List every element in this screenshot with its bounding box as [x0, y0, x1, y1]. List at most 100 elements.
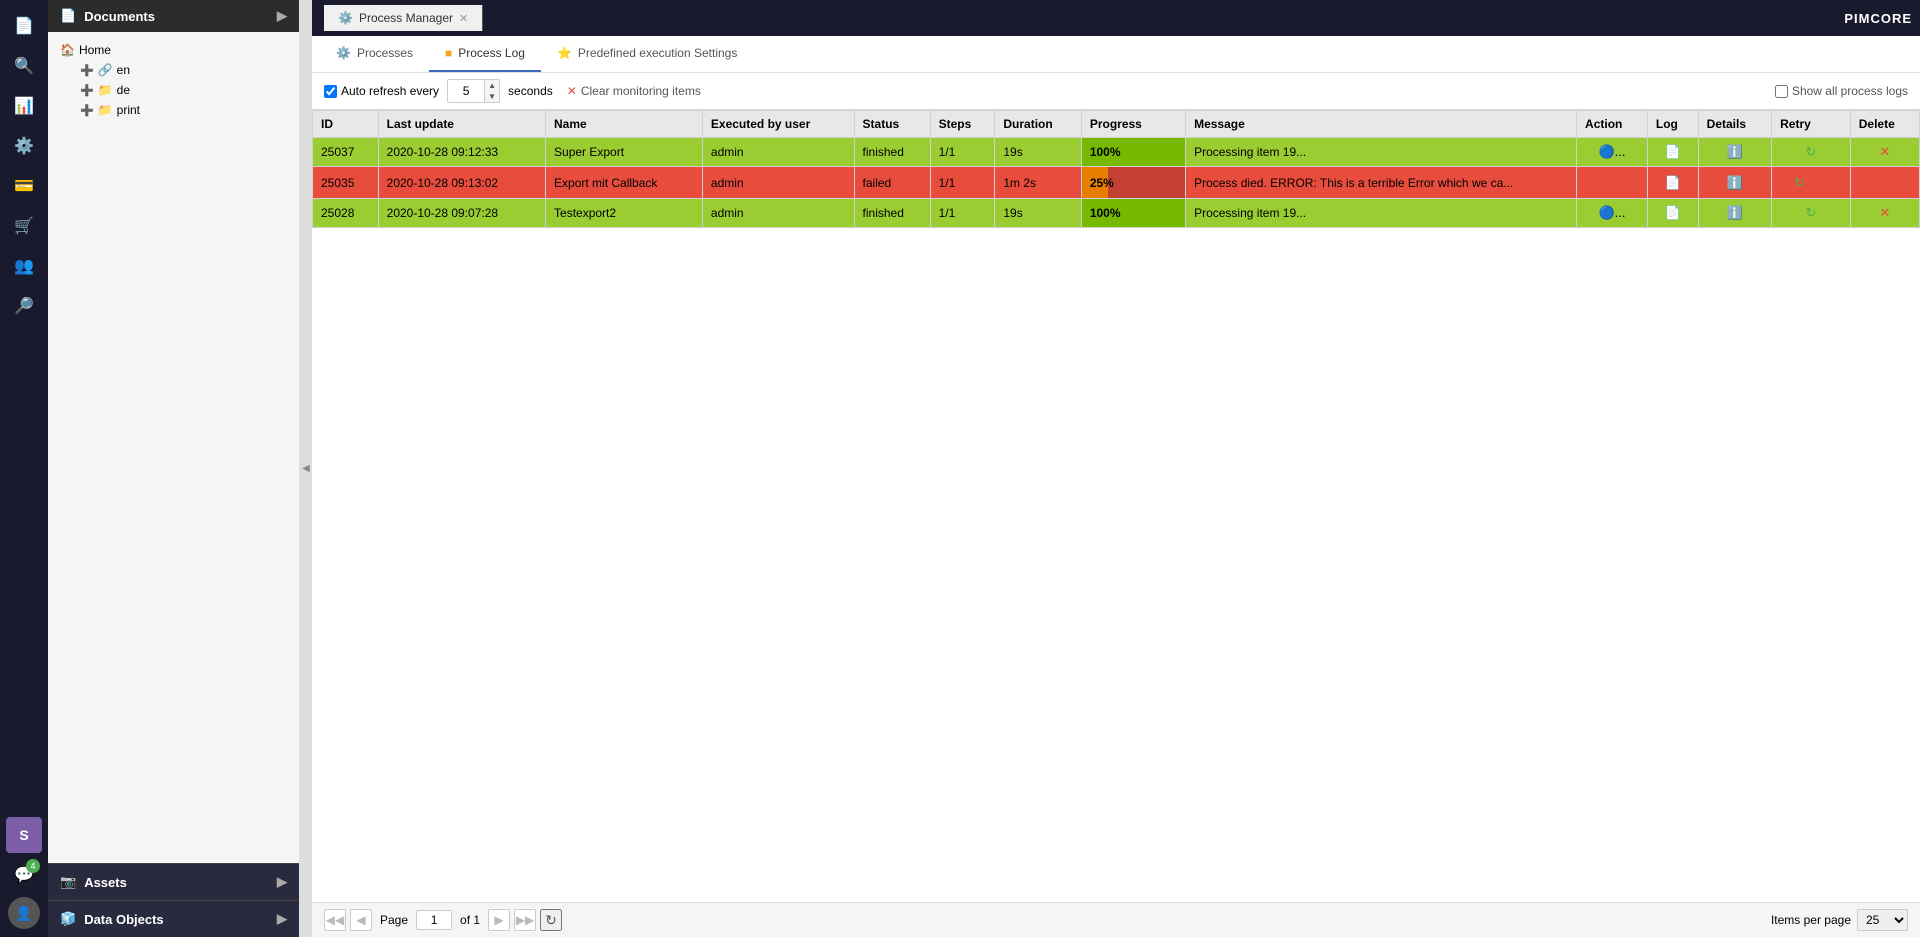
sidebar-icon-search2[interactable]: 🔎	[6, 288, 42, 324]
prev-page-button[interactable]: ◀	[350, 909, 372, 931]
auto-refresh-checkbox[interactable]	[324, 85, 337, 98]
process-manager-tab-icon: ⚙️	[338, 11, 353, 25]
delete-icon[interactable]: ✕	[1875, 142, 1895, 162]
main-content: ⚙️ Process Manager ✕ PIMCORE ⚙️ Processe…	[312, 0, 1920, 937]
processes-label: Processes	[357, 46, 413, 60]
page-label: Page	[380, 913, 408, 927]
delete-icon[interactable]: ✕	[1875, 173, 1895, 193]
process-table: ID Last update Name Executed by user Sta…	[312, 110, 1920, 228]
spin-up-button[interactable]: ▲	[485, 80, 499, 91]
details-icon[interactable]: ℹ️	[1725, 173, 1745, 193]
file-panel-arrow[interactable]: ▶	[277, 8, 287, 24]
auto-refresh-checkbox-wrap[interactable]: Auto refresh every	[324, 84, 439, 98]
cell-duration: 19s	[995, 199, 1081, 228]
page-input[interactable]	[416, 910, 452, 930]
cell-action: 🔵...	[1577, 199, 1648, 228]
col-details: Details	[1698, 111, 1771, 138]
col-progress: Progress	[1081, 111, 1185, 138]
col-duration: Duration	[995, 111, 1081, 138]
predefined-label: Predefined execution Settings	[578, 46, 737, 60]
tree-item-de[interactable]: ➕ 📁 de	[76, 80, 291, 100]
auto-refresh-label: Auto refresh every	[341, 84, 439, 98]
details-icon[interactable]: ℹ️	[1725, 142, 1745, 162]
file-panel-title: Documents	[84, 9, 155, 24]
sub-tab-predefined[interactable]: ⭐ Predefined execution Settings	[541, 36, 753, 72]
sub-tab-process-log[interactable]: ■ Process Log	[429, 36, 541, 72]
tree-item-print[interactable]: ➕ 📁 print	[76, 100, 291, 120]
assets-panel[interactable]: 📷 Assets ▶	[48, 863, 299, 900]
log-icon[interactable]: 📄	[1663, 203, 1683, 223]
cell-message: Processing item 19...	[1186, 138, 1577, 167]
sidebar-icon-analytics[interactable]: 📊	[6, 88, 42, 124]
assets-icon: 📷	[60, 874, 76, 890]
log-icon[interactable]: 📄	[1663, 142, 1683, 162]
clear-monitoring-button[interactable]: ✕ Clear monitoring items	[561, 82, 707, 100]
cell-progress: 25%	[1081, 167, 1185, 199]
sidebar-icon-plugin[interactable]: S	[6, 817, 42, 853]
col-retry: Retry	[1772, 111, 1851, 138]
show-all-checkbox[interactable]	[1775, 85, 1788, 98]
sidebar-icon-search[interactable]: 🔍	[6, 48, 42, 84]
sidebar-icon-cart[interactable]: 🛒	[6, 208, 42, 244]
action-icon[interactable]	[1602, 171, 1622, 191]
cell-duration: 19s	[995, 138, 1081, 167]
sidebar-icon-users[interactable]: 👥	[6, 248, 42, 284]
user-avatar[interactable]: 👤	[8, 897, 40, 929]
last-page-button[interactable]: ▶▶	[514, 909, 536, 931]
processes-icon: ⚙️	[336, 46, 351, 60]
tree-item-home-label: Home	[79, 43, 111, 57]
sidebar-icon-settings[interactable]: ⚙️	[6, 128, 42, 164]
tree-children: ➕ 🔗 en ➕ 📁 de ➕ 📁 print	[56, 60, 291, 120]
process-manager-tab-label: Process Manager	[359, 11, 453, 25]
link-icon-en: 🔗	[98, 63, 113, 77]
cell-details: ℹ️	[1698, 138, 1771, 167]
tab-process-manager[interactable]: ⚙️ Process Manager ✕	[324, 5, 483, 31]
show-all-wrap: Show all process logs	[1775, 84, 1908, 98]
content-area: ⚙️ Processes ■ Process Log ⭐ Predefined …	[312, 36, 1920, 937]
process-manager-tab-close[interactable]: ✕	[459, 12, 468, 25]
stop-icon[interactable]: →	[1813, 172, 1833, 192]
documents-panel-icon: 📄	[60, 8, 76, 24]
cell-action	[1577, 167, 1648, 199]
tree-item-home[interactable]: 🏠 Home	[56, 40, 291, 60]
per-page-select[interactable]: 25 50 100	[1857, 909, 1908, 931]
file-tree: 🏠 Home ➕ 🔗 en ➕ 📁 de ➕ 📁 print	[48, 32, 299, 863]
col-id: ID	[313, 111, 379, 138]
cell-status: finished	[854, 138, 930, 167]
clear-label: Clear monitoring items	[581, 84, 701, 98]
cell-duration: 1m 2s	[995, 167, 1081, 199]
items-per-page-label: Items per page	[1771, 913, 1851, 927]
action-view-icon[interactable]: 🔵...	[1602, 203, 1622, 223]
spin-down-button[interactable]: ▼	[485, 91, 499, 102]
tree-item-en-label: en	[117, 63, 130, 77]
sidebar-icon-documents[interactable]: 📄	[6, 8, 42, 44]
data-objects-arrow: ▶	[277, 911, 287, 927]
sidebar-icon-ecommerce[interactable]: 💳	[6, 168, 42, 204]
next-page-button[interactable]: ▶	[488, 909, 510, 931]
retry-icon[interactable]: ↻	[1789, 173, 1809, 193]
cell-executed-by: admin	[702, 199, 854, 228]
file-panel: 📄 Documents ▶ 🏠 Home ➕ 🔗 en ➕ 📁 de ➕ 📁 p…	[48, 0, 300, 937]
details-icon[interactable]: ℹ️	[1725, 203, 1745, 223]
first-page-button[interactable]: ◀◀	[324, 909, 346, 931]
action-view-icon[interactable]: 🔵...	[1602, 142, 1622, 162]
data-objects-panel[interactable]: 🧊 Data Objects ▶	[48, 900, 299, 937]
cell-steps: 1/1	[930, 167, 995, 199]
spinner: ▲ ▼	[484, 80, 499, 102]
plus-icon-de: ➕	[80, 84, 94, 97]
delete-icon[interactable]: ✕	[1875, 203, 1895, 223]
cell-retry: ↻ →	[1772, 167, 1851, 199]
assets-arrow: ▶	[277, 874, 287, 890]
retry-icon[interactable]: ↻	[1801, 142, 1821, 162]
log-icon[interactable]: 📄	[1663, 173, 1683, 193]
refresh-interval-input[interactable]	[448, 82, 484, 100]
retry-icon[interactable]: ↻	[1801, 203, 1821, 223]
collapse-handle[interactable]: ◀	[300, 0, 312, 937]
col-status: Status	[854, 111, 930, 138]
sub-tab-processes[interactable]: ⚙️ Processes	[320, 36, 429, 72]
refresh-button[interactable]: ↻	[540, 909, 562, 931]
tree-item-en[interactable]: ➕ 🔗 en	[76, 60, 291, 80]
sidebar-icon-chat[interactable]: 💬 4	[6, 857, 42, 893]
cell-steps: 1/1	[930, 199, 995, 228]
cell-log: 📄	[1647, 199, 1698, 228]
